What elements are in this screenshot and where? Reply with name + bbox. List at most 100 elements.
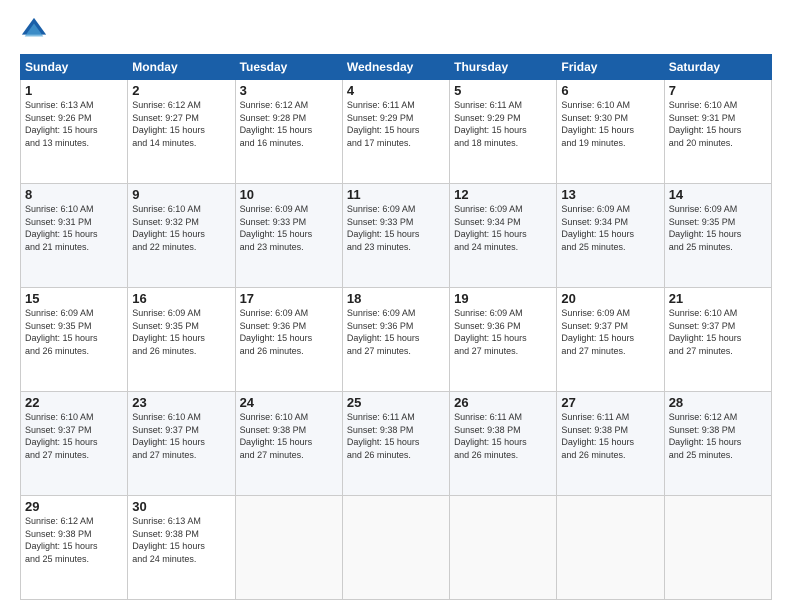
calendar-cell: 11 Sunrise: 6:09 AMSunset: 9:33 PMDaylig… [342, 184, 449, 288]
day-number: 23 [132, 395, 230, 410]
cell-text: Sunrise: 6:10 AMSunset: 9:30 PMDaylight:… [561, 100, 634, 148]
day-number: 3 [240, 83, 338, 98]
calendar-table: SundayMondayTuesdayWednesdayThursdayFrid… [20, 54, 772, 600]
cell-text: Sunrise: 6:09 AMSunset: 9:36 PMDaylight:… [454, 308, 527, 356]
calendar-cell: 13 Sunrise: 6:09 AMSunset: 9:34 PMDaylig… [557, 184, 664, 288]
day-number: 13 [561, 187, 659, 202]
calendar-cell: 24 Sunrise: 6:10 AMSunset: 9:38 PMDaylig… [235, 392, 342, 496]
calendar-cell: 26 Sunrise: 6:11 AMSunset: 9:38 PMDaylig… [450, 392, 557, 496]
cell-text: Sunrise: 6:12 AMSunset: 9:28 PMDaylight:… [240, 100, 313, 148]
calendar-cell: 23 Sunrise: 6:10 AMSunset: 9:37 PMDaylig… [128, 392, 235, 496]
cell-text: Sunrise: 6:11 AMSunset: 9:38 PMDaylight:… [454, 412, 527, 460]
day-number: 18 [347, 291, 445, 306]
calendar-week-row: 22 Sunrise: 6:10 AMSunset: 9:37 PMDaylig… [21, 392, 772, 496]
day-number: 4 [347, 83, 445, 98]
cell-text: Sunrise: 6:09 AMSunset: 9:37 PMDaylight:… [561, 308, 634, 356]
cell-text: Sunrise: 6:09 AMSunset: 9:35 PMDaylight:… [669, 204, 742, 252]
calendar-cell [342, 496, 449, 600]
calendar-cell [450, 496, 557, 600]
cell-text: Sunrise: 6:12 AMSunset: 9:38 PMDaylight:… [669, 412, 742, 460]
cell-text: Sunrise: 6:09 AMSunset: 9:34 PMDaylight:… [454, 204, 527, 252]
cell-text: Sunrise: 6:09 AMSunset: 9:36 PMDaylight:… [347, 308, 420, 356]
cell-text: Sunrise: 6:10 AMSunset: 9:38 PMDaylight:… [240, 412, 313, 460]
calendar-cell: 8 Sunrise: 6:10 AMSunset: 9:31 PMDayligh… [21, 184, 128, 288]
cell-text: Sunrise: 6:13 AMSunset: 9:38 PMDaylight:… [132, 516, 205, 564]
calendar-cell: 19 Sunrise: 6:09 AMSunset: 9:36 PMDaylig… [450, 288, 557, 392]
calendar-cell: 4 Sunrise: 6:11 AMSunset: 9:29 PMDayligh… [342, 80, 449, 184]
day-number: 11 [347, 187, 445, 202]
calendar-cell: 1 Sunrise: 6:13 AMSunset: 9:26 PMDayligh… [21, 80, 128, 184]
calendar-day-header: Saturday [664, 55, 771, 80]
cell-text: Sunrise: 6:09 AMSunset: 9:35 PMDaylight:… [25, 308, 98, 356]
calendar-cell: 20 Sunrise: 6:09 AMSunset: 9:37 PMDaylig… [557, 288, 664, 392]
day-number: 29 [25, 499, 123, 514]
day-number: 2 [132, 83, 230, 98]
day-number: 19 [454, 291, 552, 306]
cell-text: Sunrise: 6:11 AMSunset: 9:29 PMDaylight:… [347, 100, 420, 148]
calendar-cell: 28 Sunrise: 6:12 AMSunset: 9:38 PMDaylig… [664, 392, 771, 496]
cell-text: Sunrise: 6:09 AMSunset: 9:33 PMDaylight:… [240, 204, 313, 252]
cell-text: Sunrise: 6:10 AMSunset: 9:37 PMDaylight:… [132, 412, 205, 460]
calendar-cell: 10 Sunrise: 6:09 AMSunset: 9:33 PMDaylig… [235, 184, 342, 288]
calendar-cell: 5 Sunrise: 6:11 AMSunset: 9:29 PMDayligh… [450, 80, 557, 184]
calendar-week-row: 8 Sunrise: 6:10 AMSunset: 9:31 PMDayligh… [21, 184, 772, 288]
calendar-cell: 27 Sunrise: 6:11 AMSunset: 9:38 PMDaylig… [557, 392, 664, 496]
cell-text: Sunrise: 6:10 AMSunset: 9:32 PMDaylight:… [132, 204, 205, 252]
day-number: 16 [132, 291, 230, 306]
cell-text: Sunrise: 6:10 AMSunset: 9:37 PMDaylight:… [669, 308, 742, 356]
cell-text: Sunrise: 6:12 AMSunset: 9:38 PMDaylight:… [25, 516, 98, 564]
day-number: 28 [669, 395, 767, 410]
cell-text: Sunrise: 6:10 AMSunset: 9:31 PMDaylight:… [669, 100, 742, 148]
cell-text: Sunrise: 6:12 AMSunset: 9:27 PMDaylight:… [132, 100, 205, 148]
day-number: 20 [561, 291, 659, 306]
header [20, 16, 772, 44]
cell-text: Sunrise: 6:13 AMSunset: 9:26 PMDaylight:… [25, 100, 98, 148]
calendar-day-header: Monday [128, 55, 235, 80]
day-number: 27 [561, 395, 659, 410]
logo-icon [20, 16, 48, 44]
cell-text: Sunrise: 6:11 AMSunset: 9:38 PMDaylight:… [561, 412, 634, 460]
calendar-cell: 7 Sunrise: 6:10 AMSunset: 9:31 PMDayligh… [664, 80, 771, 184]
cell-text: Sunrise: 6:10 AMSunset: 9:37 PMDaylight:… [25, 412, 98, 460]
calendar-header-row: SundayMondayTuesdayWednesdayThursdayFrid… [21, 55, 772, 80]
day-number: 30 [132, 499, 230, 514]
day-number: 22 [25, 395, 123, 410]
logo [20, 16, 52, 44]
calendar-cell: 21 Sunrise: 6:10 AMSunset: 9:37 PMDaylig… [664, 288, 771, 392]
calendar-cell: 12 Sunrise: 6:09 AMSunset: 9:34 PMDaylig… [450, 184, 557, 288]
day-number: 25 [347, 395, 445, 410]
cell-text: Sunrise: 6:09 AMSunset: 9:34 PMDaylight:… [561, 204, 634, 252]
calendar-cell: 6 Sunrise: 6:10 AMSunset: 9:30 PMDayligh… [557, 80, 664, 184]
calendar-day-header: Friday [557, 55, 664, 80]
cell-text: Sunrise: 6:09 AMSunset: 9:35 PMDaylight:… [132, 308, 205, 356]
day-number: 10 [240, 187, 338, 202]
day-number: 9 [132, 187, 230, 202]
day-number: 17 [240, 291, 338, 306]
calendar-week-row: 1 Sunrise: 6:13 AMSunset: 9:26 PMDayligh… [21, 80, 772, 184]
calendar-cell: 2 Sunrise: 6:12 AMSunset: 9:27 PMDayligh… [128, 80, 235, 184]
calendar-week-row: 15 Sunrise: 6:09 AMSunset: 9:35 PMDaylig… [21, 288, 772, 392]
calendar-week-row: 29 Sunrise: 6:12 AMSunset: 9:38 PMDaylig… [21, 496, 772, 600]
page: SundayMondayTuesdayWednesdayThursdayFrid… [0, 0, 792, 612]
day-number: 8 [25, 187, 123, 202]
calendar-cell: 29 Sunrise: 6:12 AMSunset: 9:38 PMDaylig… [21, 496, 128, 600]
day-number: 1 [25, 83, 123, 98]
day-number: 15 [25, 291, 123, 306]
cell-text: Sunrise: 6:11 AMSunset: 9:38 PMDaylight:… [347, 412, 420, 460]
calendar-cell: 17 Sunrise: 6:09 AMSunset: 9:36 PMDaylig… [235, 288, 342, 392]
day-number: 24 [240, 395, 338, 410]
calendar-day-header: Wednesday [342, 55, 449, 80]
day-number: 6 [561, 83, 659, 98]
calendar-cell: 3 Sunrise: 6:12 AMSunset: 9:28 PMDayligh… [235, 80, 342, 184]
cell-text: Sunrise: 6:10 AMSunset: 9:31 PMDaylight:… [25, 204, 98, 252]
calendar-cell [557, 496, 664, 600]
calendar-day-header: Tuesday [235, 55, 342, 80]
calendar-cell: 9 Sunrise: 6:10 AMSunset: 9:32 PMDayligh… [128, 184, 235, 288]
day-number: 26 [454, 395, 552, 410]
calendar-day-header: Thursday [450, 55, 557, 80]
calendar-cell: 15 Sunrise: 6:09 AMSunset: 9:35 PMDaylig… [21, 288, 128, 392]
calendar-cell: 14 Sunrise: 6:09 AMSunset: 9:35 PMDaylig… [664, 184, 771, 288]
cell-text: Sunrise: 6:11 AMSunset: 9:29 PMDaylight:… [454, 100, 527, 148]
calendar-day-header: Sunday [21, 55, 128, 80]
calendar-cell: 25 Sunrise: 6:11 AMSunset: 9:38 PMDaylig… [342, 392, 449, 496]
